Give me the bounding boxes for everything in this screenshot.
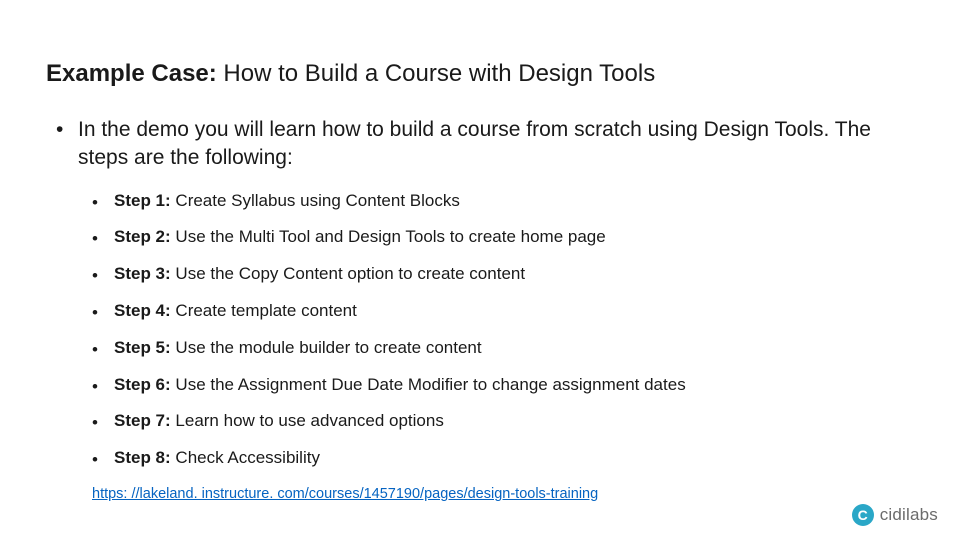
step-label: Step 8:: [114, 448, 171, 467]
step-label: Step 7:: [114, 411, 171, 430]
slide-body: Example Case: How to Build a Course with…: [0, 0, 960, 523]
intro-block: • In the demo you will learn how to buil…: [56, 116, 914, 173]
list-item: • In the demo you will learn how to buil…: [56, 116, 914, 173]
step-text: Learn how to use advanced options: [171, 411, 444, 430]
brand-logo: C cidilabs: [852, 504, 938, 526]
step-text: Use the Copy Content option to create co…: [171, 264, 525, 283]
list-item: • Step 7: Learn how to use advanced opti…: [92, 411, 914, 435]
bullet-icon: •: [92, 375, 114, 399]
bullet-icon: •: [92, 301, 114, 325]
step-label: Step 6:: [114, 375, 171, 394]
steps-list: • Step 1: Create Syllabus using Content …: [92, 191, 914, 472]
title-label: Example Case:: [46, 60, 217, 87]
step-label: Step 5:: [114, 338, 171, 357]
intro-text: In the demo you will learn how to build …: [78, 116, 914, 173]
training-link[interactable]: https: //lakeland. instructure. com/cour…: [92, 486, 598, 502]
step-line: Step 5: Use the module builder to create…: [114, 338, 482, 358]
step-label: Step 2:: [114, 227, 171, 246]
bullet-icon: •: [92, 191, 114, 215]
step-label: Step 4:: [114, 301, 171, 320]
list-item: • Step 1: Create Syllabus using Content …: [92, 191, 914, 215]
step-line: Step 4: Create template content: [114, 301, 357, 321]
bullet-icon: •: [92, 448, 114, 472]
step-text: Use the Assignment Due Date Modifier to …: [171, 375, 686, 394]
list-item: • Step 8: Check Accessibility: [92, 448, 914, 472]
link-row: https: //lakeland. instructure. com/cour…: [92, 485, 914, 503]
brand-name: cidilabs: [880, 505, 938, 525]
bullet-icon: •: [92, 227, 114, 251]
list-item: • Step 4: Create template content: [92, 301, 914, 325]
step-text: Create Syllabus using Content Blocks: [171, 191, 460, 210]
step-text: Use the Multi Tool and Design Tools to c…: [171, 227, 606, 246]
bullet-icon: •: [56, 116, 78, 144]
bullet-icon: •: [92, 264, 114, 288]
step-text: Create template content: [171, 301, 357, 320]
step-line: Step 2: Use the Multi Tool and Design To…: [114, 227, 606, 247]
title-text: How to Build a Course with Design Tools: [217, 60, 655, 87]
list-item: • Step 3: Use the Copy Content option to…: [92, 264, 914, 288]
list-item: • Step 2: Use the Multi Tool and Design …: [92, 227, 914, 251]
bullet-icon: •: [92, 338, 114, 362]
step-label: Step 1:: [114, 191, 171, 210]
step-text: Check Accessibility: [171, 448, 320, 467]
step-label: Step 3:: [114, 264, 171, 283]
step-line: Step 3: Use the Copy Content option to c…: [114, 264, 525, 284]
step-line: Step 1: Create Syllabus using Content Bl…: [114, 191, 460, 211]
step-line: Step 8: Check Accessibility: [114, 448, 320, 468]
list-item: • Step 5: Use the module builder to crea…: [92, 338, 914, 362]
list-item: • Step 6: Use the Assignment Due Date Mo…: [92, 375, 914, 399]
step-text: Use the module builder to create content: [171, 338, 482, 357]
step-line: Step 7: Learn how to use advanced option…: [114, 411, 444, 431]
step-line: Step 6: Use the Assignment Due Date Modi…: [114, 375, 686, 395]
bullet-icon: •: [92, 411, 114, 435]
brand-mark-icon: C: [852, 504, 874, 526]
slide-title: Example Case: How to Build a Course with…: [46, 60, 914, 88]
